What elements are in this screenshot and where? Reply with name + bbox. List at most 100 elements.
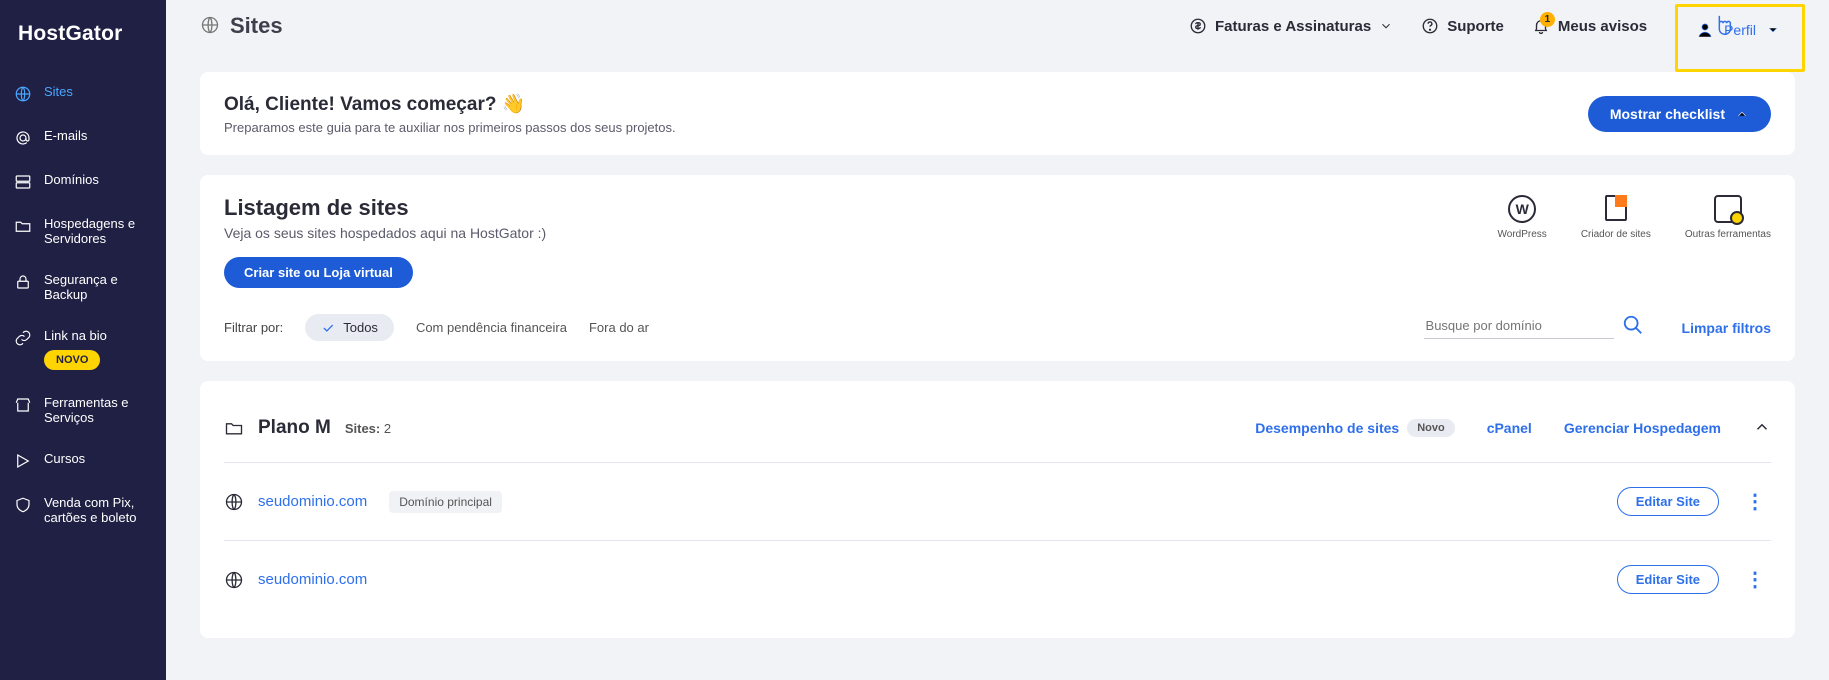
folder-icon <box>224 418 244 438</box>
show-checklist-button[interactable]: Mostrar checklist <box>1588 96 1771 132</box>
globe-icon <box>14 85 32 103</box>
link-bio-text: Link na bio <box>44 328 107 343</box>
sidebar-item-emails[interactable]: E-mails <box>0 116 166 160</box>
collapse-toggle[interactable] <box>1753 418 1771 439</box>
quick-wordpress[interactable]: W WordPress <box>1498 195 1547 240</box>
welcome-text: Olá, Cliente! Vamos começar? 👋 Preparamo… <box>224 92 676 135</box>
quick-other-tools[interactable]: Outras ferramentas <box>1685 195 1771 240</box>
sites-count-value: 2 <box>384 421 391 436</box>
breadcrumb: Sites <box>200 13 283 39</box>
filter-by-label: Filtrar por: <box>224 320 283 335</box>
filter-pending[interactable]: Com pendência financeira <box>416 320 567 335</box>
support-label: Suporte <box>1447 18 1504 35</box>
globe-icon <box>224 492 244 512</box>
sidebar-item-tools[interactable]: Ferramentas e Serviços <box>0 383 166 439</box>
sidebar-item-label: Venda com Pix, cartões e boleto <box>44 496 152 526</box>
support-link[interactable]: Suporte <box>1421 17 1504 35</box>
sidebar-item-linkbio[interactable]: Link na bio NOVO <box>0 316 166 384</box>
edit-site-button[interactable]: Editar Site <box>1617 565 1719 594</box>
chevron-down-icon <box>1379 19 1393 33</box>
filters-row: Filtrar por: Todos Com pendência finance… <box>224 314 1771 341</box>
billing-menu[interactable]: Faturas e Assinaturas <box>1189 17 1393 35</box>
chevron-up-icon <box>1735 107 1749 121</box>
sidebar-item-label: Sites <box>44 85 73 100</box>
help-icon <box>1421 17 1439 35</box>
builder-label: Criador de sites <box>1581 229 1651 240</box>
plan-header: Plano M Sites: 2 Desempenho de sites Nov… <box>224 401 1771 456</box>
shield-icon <box>14 496 32 514</box>
performance-label: Desempenho de sites <box>1255 420 1399 436</box>
server-icon <box>14 173 32 191</box>
billing-label: Faturas e Assinaturas <box>1215 18 1371 35</box>
sites-listing-card: Listagem de sites Veja os seus sites hos… <box>200 175 1795 361</box>
sidebar-item-security[interactable]: Segurança e Backup <box>0 260 166 316</box>
filter-offline[interactable]: Fora do ar <box>589 320 649 335</box>
edit-site-button[interactable]: Editar Site <box>1617 487 1719 516</box>
site-performance-link[interactable]: Desempenho de sites Novo <box>1255 419 1454 437</box>
page-title: Sites <box>230 13 283 39</box>
manage-hosting-link[interactable]: Gerenciar Hospedagem <box>1564 420 1721 436</box>
search-input[interactable] <box>1424 317 1614 334</box>
site-domain-link[interactable]: seudominio.com <box>258 493 367 510</box>
listing-subtitle: Veja os seus sites hospedados aqui na Ho… <box>224 225 546 241</box>
store-icon <box>14 396 32 414</box>
site-domain-link[interactable]: seudominio.com <box>258 571 367 588</box>
site-actions: Editar Site ⋮ <box>1617 565 1771 594</box>
sidebar-item-label: Cursos <box>44 452 85 467</box>
notices-link[interactable]: 1 Meus avisos <box>1532 17 1647 35</box>
plan-site-count: Sites: 2 <box>345 421 391 436</box>
quick-actions: W WordPress Criador de sites Outras ferr… <box>1498 195 1771 240</box>
wordpress-label: WordPress <box>1498 229 1547 240</box>
quick-site-builder[interactable]: Criador de sites <box>1581 195 1651 240</box>
document-icon <box>1602 195 1630 223</box>
novo-pill: Novo <box>1407 419 1455 437</box>
wordpress-icon: W <box>1508 195 1536 223</box>
more-menu[interactable]: ⋮ <box>1739 489 1771 514</box>
brand-logo: HostGator <box>0 18 166 72</box>
filters-left: Filtrar por: Todos Com pendência finance… <box>224 314 649 341</box>
cursor-indicator <box>1712 13 1734 45</box>
listing-header: Listagem de sites Veja os seus sites hos… <box>224 195 1771 288</box>
novo-badge: NOVO <box>44 350 100 371</box>
check-icon <box>321 321 335 335</box>
welcome-card: Olá, Cliente! Vamos começar? 👋 Preparamo… <box>200 72 1795 155</box>
notification-badge: 1 <box>1540 12 1555 27</box>
welcome-title: Olá, Cliente! Vamos começar? 👋 <box>224 92 676 116</box>
dollar-icon <box>1189 17 1207 35</box>
sidebar-item-hosting[interactable]: Hospedagens e Servidores <box>0 204 166 260</box>
site-row: seudominio.com Domínio principal Editar … <box>224 463 1771 541</box>
globe-icon <box>200 15 220 38</box>
site-row: seudominio.com Editar Site ⋮ <box>224 541 1771 618</box>
primary-domain-tag: Domínio principal <box>389 491 502 513</box>
main-content: Sites Faturas e Assinaturas Suporte 1 Me… <box>166 0 1829 680</box>
sidebar-item-label: Domínios <box>44 173 99 188</box>
sidebar-item-label: Segurança e Backup <box>44 273 152 303</box>
filters-right: Limpar filtros <box>1424 317 1771 339</box>
lock-icon <box>14 273 32 291</box>
filter-all[interactable]: Todos <box>305 314 394 341</box>
listing-text: Listagem de sites Veja os seus sites hos… <box>224 195 546 288</box>
profile-menu[interactable]: Perfil <box>1675 4 1805 72</box>
sidebar-item-label: E-mails <box>44 129 87 144</box>
more-menu[interactable]: ⋮ <box>1739 567 1771 592</box>
listing-title: Listagem de sites <box>224 195 546 221</box>
filter-all-label: Todos <box>343 320 378 335</box>
at-icon <box>14 129 32 147</box>
site-info: seudominio.com Domínio principal <box>224 491 502 513</box>
play-icon <box>14 452 32 470</box>
sidebar-item-label: Hospedagens e Servidores <box>44 217 152 247</box>
clear-filters-link[interactable]: Limpar filtros <box>1682 320 1771 336</box>
sidebar-item-sites[interactable]: Sites <box>0 72 166 116</box>
site-info: seudominio.com <box>224 570 367 590</box>
sidebar-item-payments[interactable]: Venda com Pix, cartões e boleto <box>0 483 166 539</box>
cpanel-link[interactable]: cPanel <box>1487 420 1532 436</box>
sidebar-item-courses[interactable]: Cursos <box>0 439 166 483</box>
search-icon[interactable] <box>1622 314 1644 339</box>
sidebar-item-label: Ferramentas e Serviços <box>44 396 152 426</box>
sidebar-item-label: Link na bio NOVO <box>44 329 107 371</box>
create-site-button[interactable]: Criar site ou Loja virtual <box>224 257 413 288</box>
site-actions: Editar Site ⋮ <box>1617 487 1771 516</box>
plan-actions: Desempenho de sites Novo cPanel Gerencia… <box>1255 418 1771 439</box>
search-wrap <box>1424 317 1614 339</box>
sidebar-item-domains[interactable]: Domínios <box>0 160 166 204</box>
